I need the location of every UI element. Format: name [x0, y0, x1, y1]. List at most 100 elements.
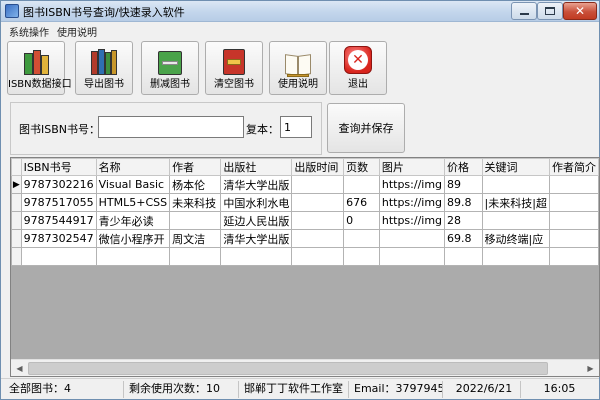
maximize-button[interactable] — [537, 2, 563, 20]
cell[interactable] — [343, 175, 380, 194]
cell[interactable]: 延边人民出版 — [220, 211, 293, 230]
books-grid[interactable]: ISBN书号 名称 作者 出版社 出版时间 页数 图片 价格 关键词 作者简介 … — [10, 157, 600, 377]
close-button[interactable]: ✕ — [563, 2, 597, 20]
cell[interactable]: 微信小程序开 — [95, 229, 171, 248]
row-header[interactable] — [11, 193, 22, 212]
cell[interactable] — [20, 247, 97, 266]
cell[interactable] — [548, 247, 599, 266]
cell[interactable] — [481, 211, 550, 230]
cell[interactable]: 9787544917 — [20, 211, 97, 230]
minimize-icon — [519, 13, 529, 15]
column-header[interactable]: 作者 — [169, 158, 222, 176]
cell[interactable]: 89.8 — [444, 193, 483, 212]
menu-usage-help[interactable]: 使用说明 — [57, 24, 97, 39]
cell[interactable]: 青少年必读 — [95, 211, 171, 230]
scroll-right-icon[interactable]: ▶ — [582, 360, 599, 376]
column-header[interactable]: 关键词 — [481, 158, 550, 176]
clear-books-icon — [219, 47, 249, 77]
status-email: Email：379794501@ — [351, 381, 443, 398]
isbn-books-icon — [21, 47, 51, 77]
horizontal-scrollbar[interactable]: ◀ ▶ — [11, 359, 599, 376]
cell[interactable]: 移动终端|应 — [481, 229, 550, 248]
table-row[interactable]: 9787302547 微信小程序开 周文洁 清华大学出版 69.8 移动终端|应 — [11, 229, 599, 248]
cell[interactable]: 9787517055 — [20, 193, 97, 212]
column-header[interactable]: 图片 — [378, 158, 446, 176]
row-header[interactable] — [11, 211, 22, 230]
cell[interactable]: 中国水利水电 — [220, 193, 293, 212]
help-button[interactable]: 使用说明 — [269, 41, 327, 95]
cell[interactable]: 未来科技 — [169, 193, 222, 212]
cell[interactable]: 9787302216 — [20, 175, 97, 194]
exit-button[interactable]: ✕ 退出 — [329, 41, 387, 95]
cell[interactable] — [169, 211, 222, 230]
cell[interactable] — [481, 175, 550, 194]
row-header-corner — [11, 158, 22, 176]
cell[interactable] — [291, 211, 345, 230]
menu-bar: 系统操作 使用说明 — [1, 22, 599, 39]
copies-input[interactable] — [280, 116, 312, 138]
cell[interactable] — [95, 247, 171, 266]
help-book-icon — [283, 47, 313, 77]
status-company: 邯郸丁丁软件工作室 — [241, 381, 349, 398]
cell[interactable]: 0 — [343, 211, 380, 230]
cell[interactable]: 9787302547 — [20, 229, 97, 248]
cell[interactable]: HTML5+CSS — [95, 193, 171, 212]
isbn-api-button[interactable]: ISBN数据接口 — [7, 41, 72, 95]
cell[interactable] — [291, 175, 345, 194]
cell[interactable] — [169, 247, 222, 266]
column-header[interactable]: 名称 — [95, 158, 171, 176]
table-row-new[interactable] — [11, 247, 599, 266]
title-bar[interactable]: 图书ISBN书号查询/快速录入软件 ✕ — [1, 1, 599, 22]
cell[interactable] — [291, 247, 345, 266]
table-row[interactable]: 9787517055 HTML5+CSS 未来科技 中国水利水电 676 htt… — [11, 193, 599, 212]
column-header[interactable]: 价格 — [444, 158, 483, 176]
cell[interactable] — [378, 247, 446, 266]
cell[interactable]: 69.8 — [444, 229, 483, 248]
cell[interactable]: 28 — [444, 211, 483, 230]
cell[interactable] — [548, 175, 599, 194]
column-header[interactable]: 出版时间 — [291, 158, 345, 176]
cell[interactable] — [548, 193, 599, 212]
row-header[interactable] — [11, 247, 22, 266]
cell[interactable] — [444, 247, 483, 266]
main-window: 图书ISBN书号查询/快速录入软件 ✕ 系统操作 使用说明 ISBN数据接口 导… — [0, 0, 600, 400]
column-header[interactable]: 出版社 — [220, 158, 293, 176]
isbn-input[interactable] — [98, 116, 244, 138]
cell[interactable]: 清华大学出版 — [220, 175, 293, 194]
cell[interactable] — [343, 229, 380, 248]
cell[interactable] — [291, 229, 345, 248]
cell[interactable] — [343, 247, 380, 266]
column-header[interactable]: ISBN书号 — [20, 158, 97, 176]
scroll-left-icon[interactable]: ◀ — [11, 360, 28, 376]
cell[interactable] — [481, 247, 550, 266]
cell[interactable]: 清华大学出版 — [220, 229, 293, 248]
minimize-button[interactable] — [511, 2, 537, 20]
toolbar-label: 使用说明 — [278, 79, 318, 90]
cell[interactable]: |未来科技|超 — [481, 193, 550, 212]
cell[interactable] — [291, 193, 345, 212]
column-header[interactable]: 作者简介 — [548, 158, 599, 176]
query-save-button[interactable]: 查询并保存 — [327, 103, 405, 153]
scroll-thumb[interactable] — [28, 362, 548, 375]
export-books-button[interactable]: 导出图书 — [75, 41, 133, 95]
delete-books-button[interactable]: 删减图书 — [141, 41, 199, 95]
cell[interactable] — [548, 229, 599, 248]
current-row-indicator[interactable]: ▶ — [11, 175, 22, 194]
row-header[interactable] — [11, 229, 22, 248]
cell[interactable]: https://img — [378, 193, 446, 212]
clear-books-button[interactable]: 清空图书 — [205, 41, 263, 95]
column-header[interactable]: 页数 — [343, 158, 380, 176]
cell[interactable]: 676 — [343, 193, 380, 212]
cell[interactable]: 89 — [444, 175, 483, 194]
cell[interactable] — [378, 229, 446, 248]
cell[interactable]: 周文洁 — [169, 229, 222, 248]
cell[interactable]: https://img — [378, 175, 446, 194]
cell[interactable]: 杨本伦 — [169, 175, 222, 194]
cell[interactable]: Visual Basic — [95, 175, 171, 194]
table-row[interactable]: 9787544917 青少年必读 延边人民出版 0 https://img 28 — [11, 211, 599, 230]
menu-system-operations[interactable]: 系统操作 — [9, 24, 49, 39]
cell[interactable] — [220, 247, 293, 266]
table-row[interactable]: ▶ 9787302216 Visual Basic 杨本伦 清华大学出版 htt… — [11, 175, 599, 194]
cell[interactable]: https://img — [378, 211, 446, 230]
cell[interactable] — [548, 211, 599, 230]
